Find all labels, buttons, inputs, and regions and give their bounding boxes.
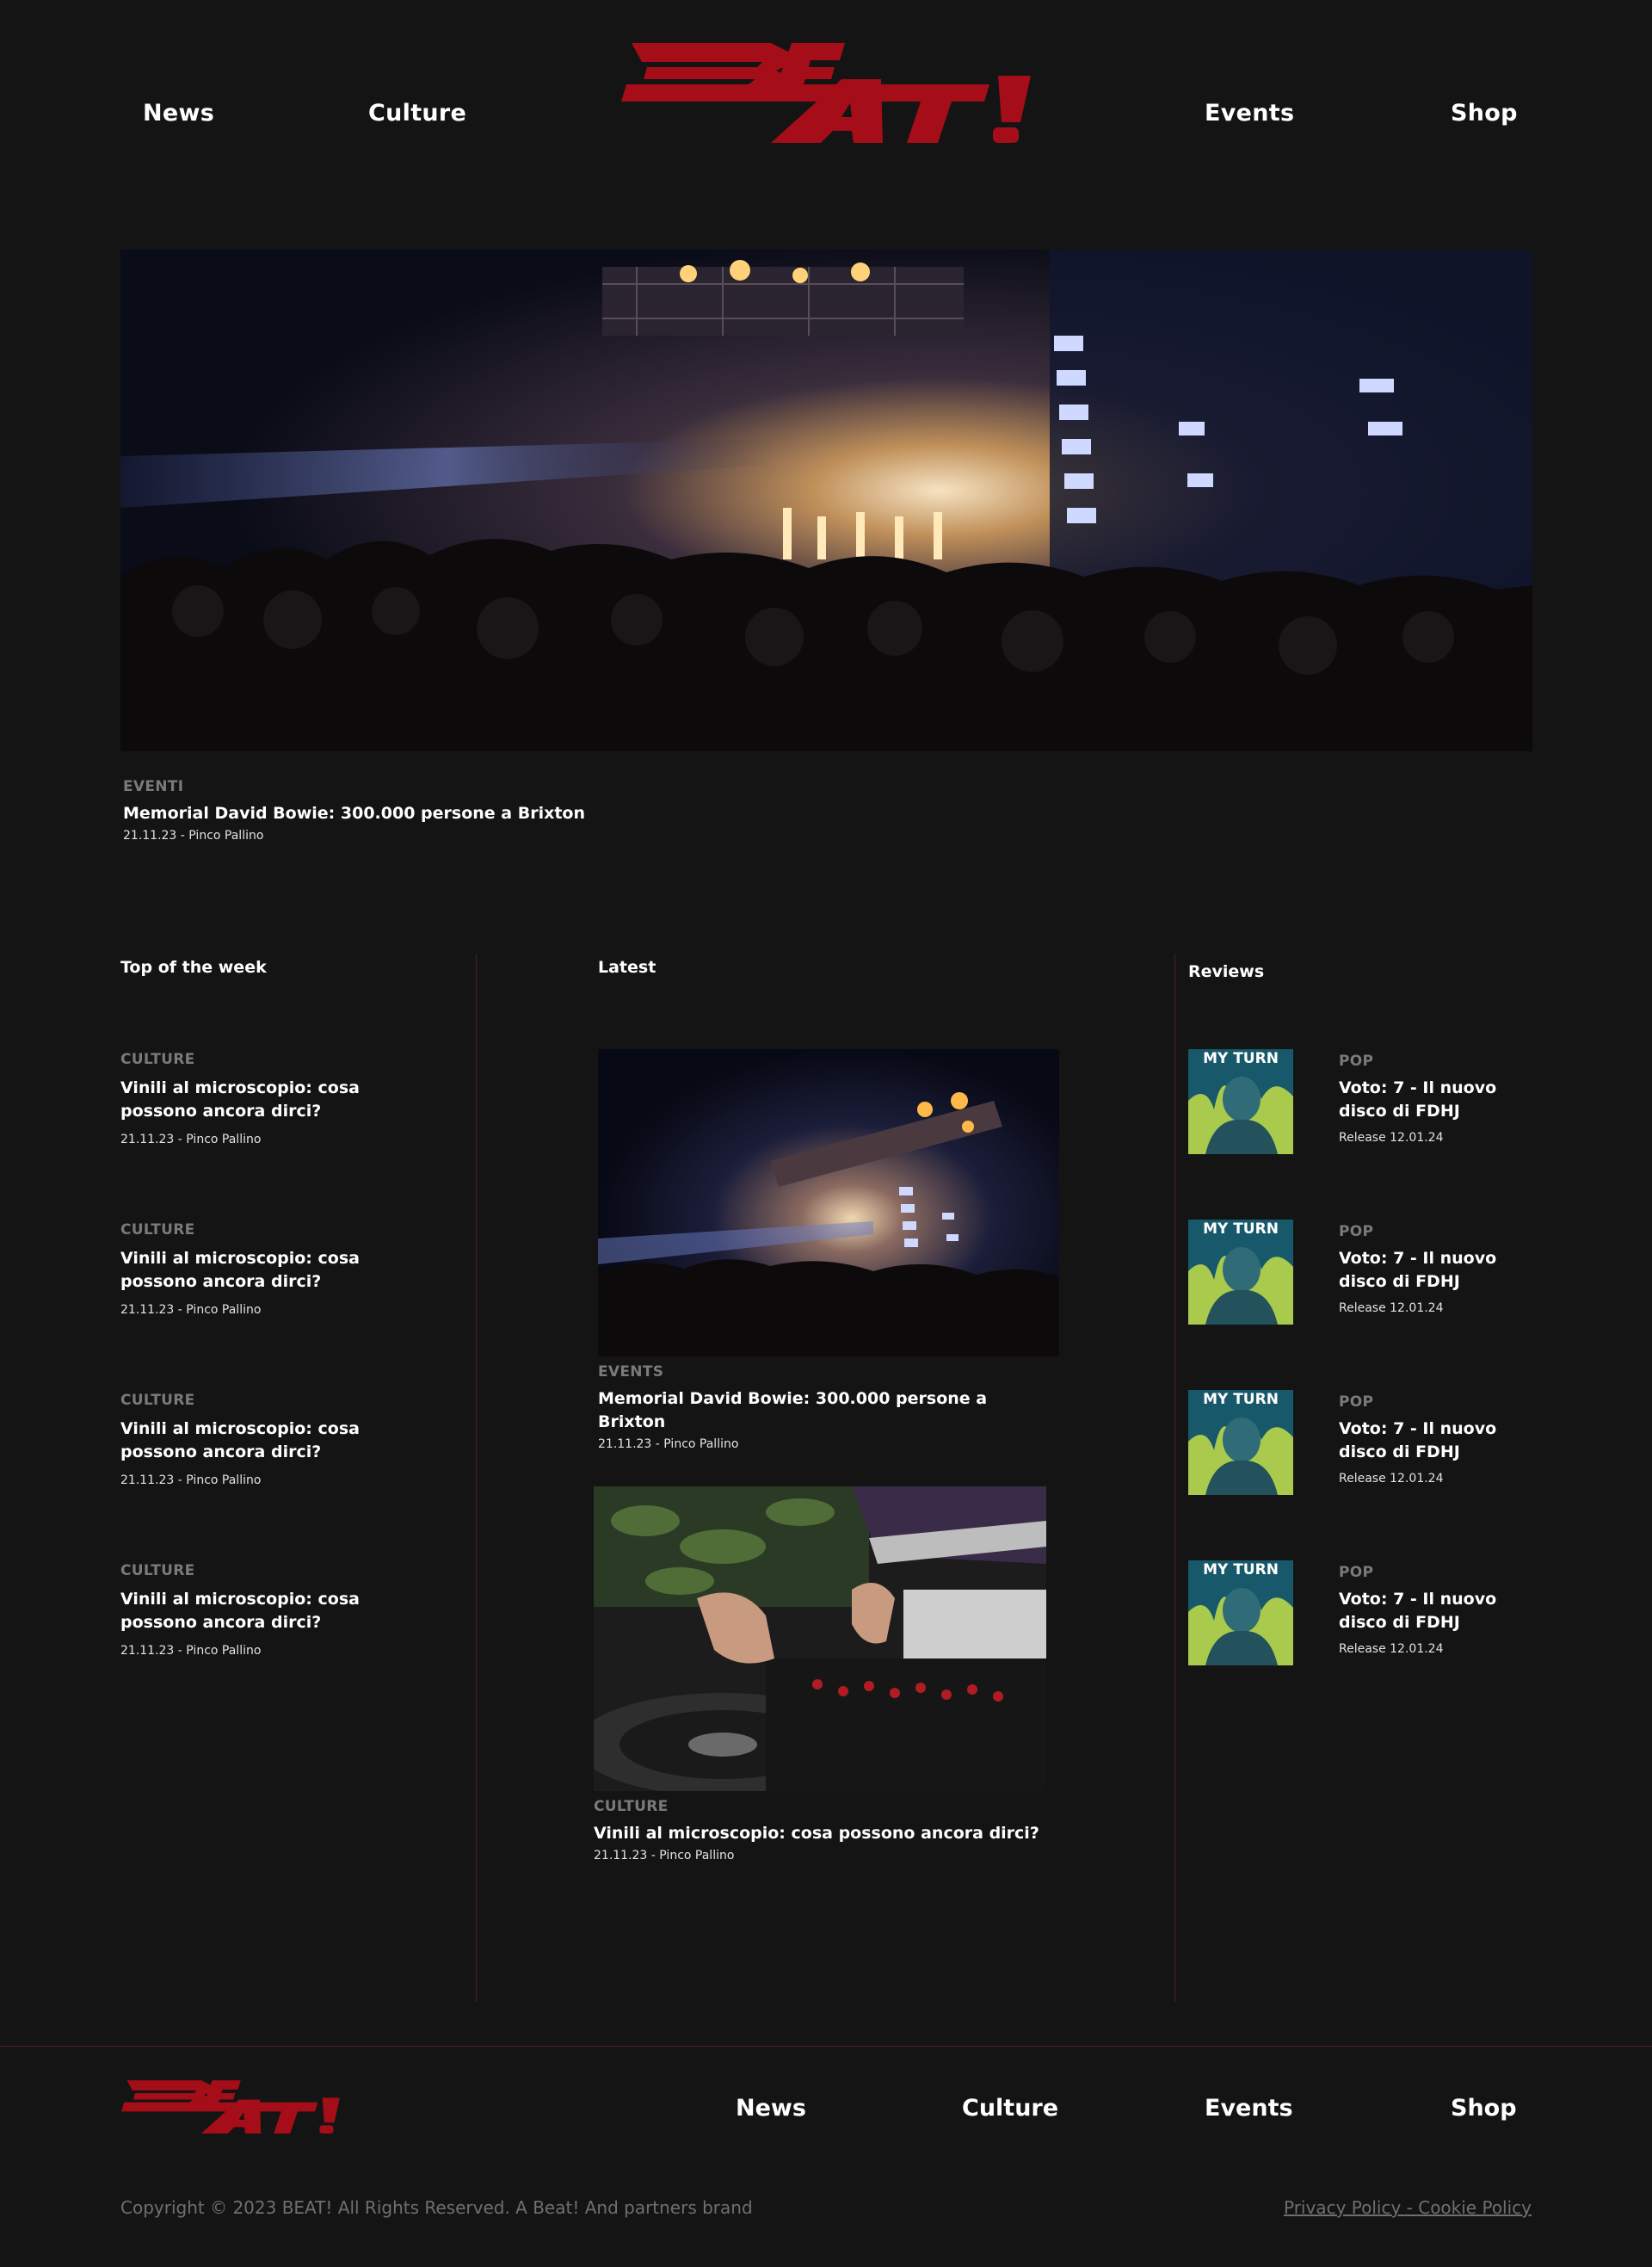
top-of-week-item[interactable]: CULTURE Vinili al microscopio: cosa poss… <box>120 1221 430 1318</box>
review-category: POP <box>1339 1053 1374 1070</box>
item-title-link[interactable]: Vinili al microscopio: cosa possono anco… <box>120 1588 430 1634</box>
item-meta: 21.11.23 - Pinco Pallino <box>120 1644 262 1658</box>
album-cover-image: MY TURN <box>1188 1049 1293 1154</box>
nav-news-link[interactable]: News <box>143 100 214 127</box>
nav-culture-link[interactable]: Culture <box>368 100 466 127</box>
footer-nav-news-link[interactable]: News <box>736 2095 806 2122</box>
album-cover-text: MY TURN <box>1203 1561 1279 1578</box>
review-title-link[interactable]: Voto: 7 - Il nuovo disco di FDHJ <box>1339 1418 1545 1464</box>
card-title-link[interactable]: Memorial David Bowie: 300.000 persone a … <box>598 1387 1059 1434</box>
latest-card[interactable]: CULTURE Vinili al microscopio: cosa poss… <box>594 1486 1046 1862</box>
privacy-cookie-policy-link[interactable]: Privacy Policy - Cookie Policy <box>1284 2197 1532 2218</box>
album-cover-image: MY TURN <box>1188 1390 1293 1495</box>
review-item[interactable]: MY TURN POP Voto: 7 - Il nuovo disco di … <box>1188 1390 1550 1497</box>
copyright-text: Copyright © 2023 BEAT! All Rights Reserv… <box>120 2197 753 2218</box>
album-cover-image: MY TURN <box>1188 1560 1293 1665</box>
latest-card-image[interactable] <box>594 1486 1046 1791</box>
nav-events-link[interactable]: Events <box>1205 100 1294 127</box>
item-meta: 21.11.23 - Pinco Pallino <box>120 1303 262 1317</box>
concert-crowd-photo <box>120 250 1532 751</box>
review-meta: Release 12.01.24 <box>1339 1642 1444 1656</box>
top-of-week-heading: Top of the week <box>120 958 267 977</box>
item-title-link[interactable]: Vinili al microscopio: cosa possono anco… <box>120 1077 430 1123</box>
card-title-link[interactable]: Vinili al microscopio: cosa possono anco… <box>594 1822 1046 1845</box>
review-item[interactable]: MY TURN POP Voto: 7 - Il nuovo disco di … <box>1188 1220 1550 1326</box>
card-category: EVENTS <box>598 1363 664 1381</box>
top-of-week-item[interactable]: CULTURE Vinili al microscopio: cosa poss… <box>120 1392 430 1488</box>
review-meta: Release 12.01.24 <box>1339 1131 1444 1145</box>
hero-meta: 21.11.23 - Pinco Pallino <box>123 829 264 843</box>
item-title-link[interactable]: Vinili al microscopio: cosa possono anco… <box>120 1418 430 1464</box>
dj-turntable-photo <box>594 1486 1046 1791</box>
beat-logo-icon <box>620 41 1032 145</box>
beat-logo-icon <box>120 2079 341 2134</box>
review-category: POP <box>1339 1564 1374 1581</box>
album-cover[interactable]: MY TURN <box>1188 1560 1293 1665</box>
item-category: CULTURE <box>120 1392 195 1409</box>
hero-category: EVENTI <box>123 778 184 795</box>
hero-title-link[interactable]: Memorial David Bowie: 300.000 persone a … <box>123 802 585 825</box>
item-meta: 21.11.23 - Pinco Pallino <box>120 1133 262 1146</box>
item-category: CULTURE <box>120 1562 195 1579</box>
hero-image[interactable] <box>120 250 1532 751</box>
review-category: POP <box>1339 1223 1374 1240</box>
album-cover-text: MY TURN <box>1203 1391 1279 1408</box>
item-title-link[interactable]: Vinili al microscopio: cosa possono anco… <box>120 1247 430 1294</box>
footer-nav-events-link[interactable]: Events <box>1205 2095 1293 2122</box>
hero-caption: EVENTI Memorial David Bowie: 300.000 per… <box>123 778 585 843</box>
latest-card-image[interactable] <box>598 1049 1059 1356</box>
reviews-heading: Reviews <box>1188 962 1265 981</box>
review-meta: Release 12.01.24 <box>1339 1301 1444 1315</box>
latest-card[interactable]: EVENTS Memorial David Bowie: 300.000 per… <box>598 1049 1059 1451</box>
album-cover-text: MY TURN <box>1203 1050 1279 1067</box>
item-category: CULTURE <box>120 1221 195 1239</box>
review-title-link[interactable]: Voto: 7 - Il nuovo disco di FDHJ <box>1339 1247 1545 1294</box>
brand-logo[interactable] <box>620 41 1032 145</box>
album-cover[interactable]: MY TURN <box>1188 1220 1293 1325</box>
review-item[interactable]: MY TURN POP Voto: 7 - Il nuovo disco di … <box>1188 1049 1550 1156</box>
footer-nav-culture-link[interactable]: Culture <box>962 2095 1058 2122</box>
review-meta: Release 12.01.24 <box>1339 1472 1444 1486</box>
item-meta: 21.11.23 - Pinco Pallino <box>120 1473 262 1487</box>
column-divider <box>476 954 477 2002</box>
footer-nav-shop-link[interactable]: Shop <box>1451 2095 1517 2122</box>
latest-heading: Latest <box>598 958 656 977</box>
item-category: CULTURE <box>120 1051 195 1068</box>
column-divider <box>1174 954 1175 2002</box>
album-cover-text: MY TURN <box>1203 1220 1279 1238</box>
footer-logo[interactable] <box>120 2079 341 2134</box>
album-cover-image: MY TURN <box>1188 1220 1293 1325</box>
review-category: POP <box>1339 1393 1374 1411</box>
top-of-week-item[interactable]: CULTURE Vinili al microscopio: cosa poss… <box>120 1562 430 1659</box>
card-meta: 21.11.23 - Pinco Pallino <box>598 1437 739 1451</box>
footer-divider <box>0 2046 1652 2047</box>
card-category: CULTURE <box>594 1798 669 1815</box>
review-title-link[interactable]: Voto: 7 - Il nuovo disco di FDHJ <box>1339 1588 1545 1634</box>
review-title-link[interactable]: Voto: 7 - Il nuovo disco di FDHJ <box>1339 1077 1545 1123</box>
concert-stage-photo <box>598 1049 1059 1356</box>
site-header: News Culture Events Shop <box>0 0 1652 207</box>
album-cover[interactable]: MY TURN <box>1188 1390 1293 1495</box>
review-item[interactable]: MY TURN POP Voto: 7 - Il nuovo disco di … <box>1188 1560 1550 1667</box>
album-cover[interactable]: MY TURN <box>1188 1049 1293 1154</box>
top-of-week-item[interactable]: CULTURE Vinili al microscopio: cosa poss… <box>120 1051 430 1147</box>
card-meta: 21.11.23 - Pinco Pallino <box>594 1849 735 1862</box>
nav-shop-link[interactable]: Shop <box>1451 100 1518 127</box>
